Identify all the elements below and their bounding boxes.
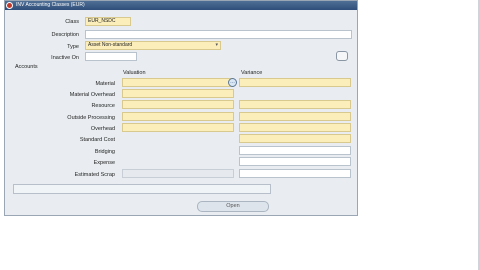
overhead-variance-field[interactable] [239, 123, 351, 132]
bridging-variance-field[interactable] [239, 146, 351, 155]
type-label: Type [67, 44, 79, 50]
expense-variance-field[interactable] [239, 157, 351, 166]
material-valuation-field[interactable] [122, 78, 234, 87]
estimated-scrap-label: Estimated Scrap [74, 172, 115, 178]
overhead-label: Overhead [90, 126, 115, 132]
window-titlebar[interactable]: INV Accounting Classes (EUR) [5, 1, 357, 10]
outside-processing-valuation-field[interactable] [122, 112, 234, 121]
resource-variance-field[interactable] [239, 100, 351, 109]
estimated-scrap-variance-field[interactable] [239, 169, 351, 178]
material-variance-field[interactable] [239, 78, 351, 87]
valuation-column-header: Valuation [123, 70, 146, 76]
class-field[interactable]: EUR_NSDC [85, 17, 131, 26]
type-select[interactable]: Asset Non-standard ▾ [85, 41, 221, 50]
inactive-on-label: Inactive On [51, 55, 79, 61]
variance-column-header: Variance [241, 70, 263, 76]
standard-cost-variance-field[interactable] [239, 134, 351, 143]
lower-panel [13, 184, 271, 194]
inactive-on-field[interactable] [85, 52, 137, 61]
outside-processing-label: Outside Processing [67, 115, 115, 121]
resource-valuation-field[interactable] [122, 100, 234, 109]
class-label: Class [65, 19, 79, 25]
window-title: INV Accounting Classes (EUR) [16, 2, 85, 8]
chevron-down-icon: ▾ [215, 42, 218, 48]
description-field[interactable] [85, 30, 352, 39]
material-overhead-label: Material Overhead [69, 92, 115, 98]
material-label: Material [95, 81, 115, 87]
overhead-valuation-field[interactable] [122, 123, 234, 132]
outside-processing-variance-field[interactable] [239, 112, 351, 121]
estimated-scrap-valuation-field[interactable] [122, 169, 234, 178]
accounting-classes-window: INV Accounting Classes (EUR) Class EUR_N… [4, 0, 358, 216]
standard-cost-label: Standard Cost [79, 137, 115, 143]
description-label: Description [51, 32, 79, 38]
expense-label: Expense [93, 160, 115, 166]
accounts-group-label: Accounts [13, 64, 40, 70]
material-overhead-valuation-field[interactable] [122, 89, 234, 98]
app-icon [6, 2, 13, 9]
list-of-values-icon[interactable]: … [228, 78, 237, 87]
resource-label: Resource [91, 103, 115, 109]
open-button[interactable]: Open [197, 201, 269, 212]
type-value: Asset Non-standard [88, 42, 133, 48]
flexfield-box[interactable] [336, 51, 348, 61]
bridging-label: Bridging [94, 149, 115, 155]
